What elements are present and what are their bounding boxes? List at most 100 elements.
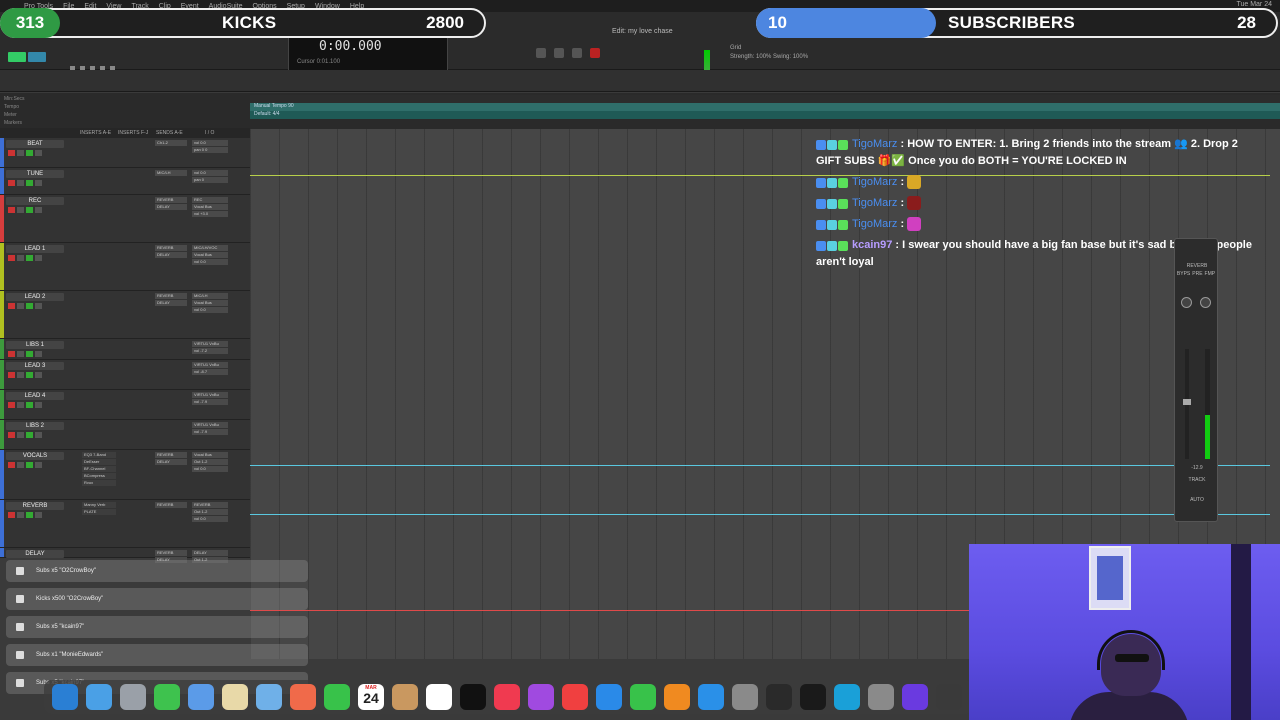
dock-app-icon[interactable] xyxy=(120,684,146,710)
solo-button[interactable] xyxy=(26,255,33,261)
slip-button[interactable] xyxy=(28,52,46,62)
io-slot[interactable]: VIRTU1 VxBu xyxy=(192,362,228,368)
record-enable-button[interactable] xyxy=(8,512,15,518)
dock-app-icon[interactable] xyxy=(222,684,248,710)
solo-button[interactable] xyxy=(26,351,33,357)
io-slot[interactable]: vol -7.9 xyxy=(192,429,228,435)
track-row[interactable]: BEAT Ch1-2 vol 0.0 pan 0 0 xyxy=(0,138,250,168)
solo-button[interactable] xyxy=(26,462,33,468)
record-enable-button[interactable] xyxy=(8,462,15,468)
plugin-buttons[interactable]: BYPS PRE FMP xyxy=(1175,271,1219,277)
plugin-toggle-button[interactable]: FMP xyxy=(1205,271,1216,277)
dock-app-icon[interactable] xyxy=(460,684,486,710)
track-name[interactable]: LEAD 4 xyxy=(6,392,64,400)
mute-button[interactable] xyxy=(35,207,42,213)
track-name[interactable]: LEAD 1 xyxy=(6,245,64,253)
io-slot[interactable]: vol 0.0 xyxy=(192,466,228,472)
solo-button[interactable] xyxy=(26,372,33,378)
dock-app-icon[interactable] xyxy=(630,684,656,710)
chat-username[interactable]: TigoMarz xyxy=(852,218,897,230)
mute-button[interactable] xyxy=(35,255,42,261)
track-name[interactable]: REC xyxy=(6,197,64,205)
track-name[interactable]: TUNE xyxy=(6,170,64,178)
mute-button[interactable] xyxy=(35,462,42,468)
record-enable-button[interactable] xyxy=(8,351,15,357)
record-enable-button[interactable] xyxy=(8,402,15,408)
dock-app-icon[interactable] xyxy=(766,684,792,710)
io-slot[interactable]: vol -7.2 xyxy=(192,348,228,354)
send-slot[interactable]: MIC/LH xyxy=(155,170,187,176)
record-enable-button[interactable] xyxy=(8,372,15,378)
mute-button[interactable] xyxy=(35,402,42,408)
io-slot[interactable]: VIRTU1 VxBu xyxy=(192,422,228,428)
dock-app-icon[interactable] xyxy=(426,684,452,710)
track-row[interactable]: LIBS 2 VIRTU1 VxBu vol -7.9 xyxy=(0,420,250,450)
solo-button[interactable] xyxy=(26,432,33,438)
pan-right-knob-icon[interactable] xyxy=(1200,297,1211,308)
record-enable-button[interactable] xyxy=(8,303,15,309)
dock-app-icon[interactable] xyxy=(902,684,928,710)
edit-mode-buttons[interactable] xyxy=(8,52,46,62)
io-slot[interactable]: MIC/LH/VOC xyxy=(192,245,228,251)
io-slot[interactable]: Out 1-2 xyxy=(192,459,228,465)
io-slot[interactable]: REC xyxy=(192,197,228,203)
record-enable-button[interactable] xyxy=(8,432,15,438)
chat-username[interactable]: TigoMarz xyxy=(852,138,897,150)
send-slot[interactable]: REVERB xyxy=(155,245,187,251)
solo-button[interactable] xyxy=(26,512,33,518)
track-name[interactable]: LIBS 2 xyxy=(6,422,64,430)
dock-app-icon[interactable] xyxy=(664,684,690,710)
min-secs-ruler[interactable] xyxy=(250,95,1280,103)
input-monitor-button[interactable] xyxy=(17,207,24,213)
solo-button[interactable] xyxy=(26,303,33,309)
calendar-app-icon[interactable]: MAR 24 xyxy=(358,684,384,710)
stop-icon[interactable] xyxy=(554,48,564,58)
dock-app-icon[interactable] xyxy=(698,684,724,710)
input-monitor-button[interactable] xyxy=(17,432,24,438)
io-slot[interactable]: VIRTU1 VxBu xyxy=(192,392,228,398)
mute-button[interactable] xyxy=(35,432,42,438)
io-slot[interactable]: pan 0 xyxy=(192,177,228,183)
io-slot[interactable]: pan 0 0 xyxy=(192,147,228,153)
record-enable-button[interactable] xyxy=(8,180,15,186)
input-monitor-button[interactable] xyxy=(17,402,24,408)
track-row[interactable]: DELAY REVERB DELAY DELAY Out 1-2 xyxy=(0,548,250,563)
dock-app-icon[interactable] xyxy=(868,684,894,710)
io-slot[interactable]: Out 1-2 xyxy=(192,509,228,515)
track-name[interactable]: REVERB xyxy=(6,502,64,510)
io-slot[interactable]: vol -8.7 xyxy=(192,369,228,375)
dock-app-icon[interactable] xyxy=(86,684,112,710)
mute-button[interactable] xyxy=(35,372,42,378)
reverb-plugin-window[interactable]: REVERB BYPS PRE FMP -12.9 TRACK AUTO xyxy=(1174,238,1218,522)
dock-app-icon[interactable] xyxy=(256,684,282,710)
mute-button[interactable] xyxy=(35,512,42,518)
input-monitor-button[interactable] xyxy=(17,351,24,357)
track-row[interactable]: TUNE MIC/LH vol 0.0 pan 0 xyxy=(0,168,250,195)
grid-settings[interactable]: Grid Strength: 100% Swing: 100% xyxy=(730,44,808,62)
input-monitor-button[interactable] xyxy=(17,462,24,468)
dock-app-icon[interactable] xyxy=(528,684,554,710)
send-slot[interactable]: REVERB xyxy=(155,502,187,508)
dock-app-icon[interactable] xyxy=(834,684,860,710)
track-name[interactable]: BEAT xyxy=(6,140,64,148)
record-enable-button[interactable] xyxy=(8,207,15,213)
plugin-toggle-button[interactable]: PRE xyxy=(1192,271,1202,277)
input-monitor-button[interactable] xyxy=(17,150,24,156)
track-row[interactable]: REC REVERB DELAY REC Vocal Bus vol +3.0 xyxy=(0,195,250,243)
solo-button[interactable] xyxy=(26,150,33,156)
input-monitor-button[interactable] xyxy=(17,255,24,261)
io-slot[interactable]: Vocal Bus xyxy=(192,204,228,210)
solo-button[interactable] xyxy=(26,207,33,213)
mute-button[interactable] xyxy=(35,351,42,357)
dock-app-icon[interactable] xyxy=(392,684,418,710)
track-row[interactable]: LIBS 1 VIRTU1 VxBu vol -7.2 xyxy=(0,339,250,360)
io-slot[interactable]: Vocal Bus xyxy=(192,300,228,306)
track-name[interactable]: DELAY xyxy=(6,550,64,558)
track-name[interactable]: LEAD 2 xyxy=(6,293,64,301)
chat-username[interactable]: TigoMarz xyxy=(852,197,897,209)
send-slot[interactable]: REVERB xyxy=(155,293,187,299)
rewind-icon[interactable] xyxy=(536,48,546,58)
io-slot[interactable]: DELAY xyxy=(192,550,228,556)
solo-button[interactable] xyxy=(26,402,33,408)
track-row[interactable]: REVERB Manny Verb PLATE REVERB REVERB Out 1-2… xyxy=(0,500,250,548)
